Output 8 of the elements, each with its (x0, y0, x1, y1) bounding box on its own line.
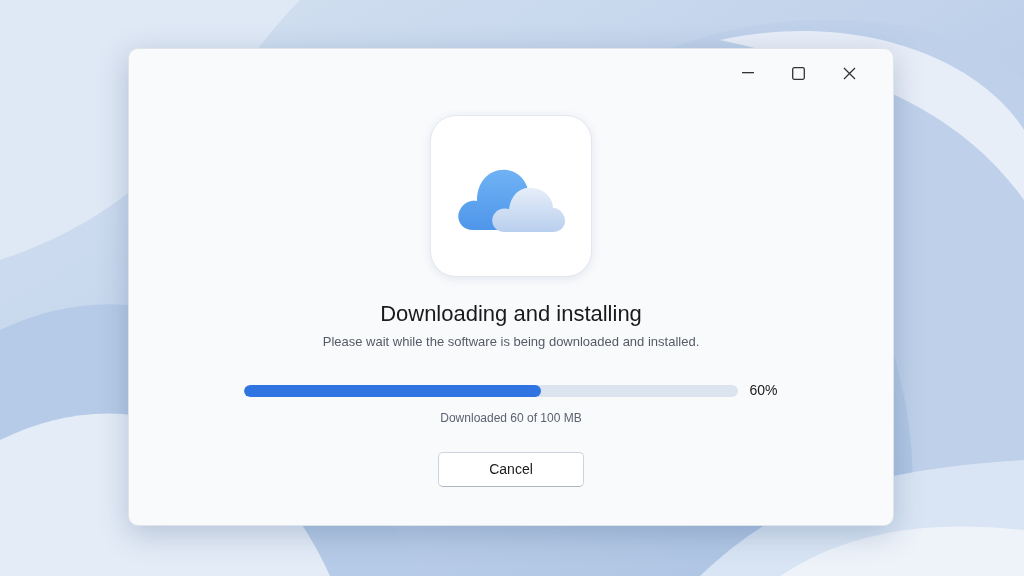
maximize-icon (792, 66, 805, 80)
close-icon (843, 66, 856, 80)
download-status: Downloaded 60 of 100 MB (440, 410, 582, 426)
dialog-message: Please wait while the software is being downloaded and installed. (322, 333, 700, 351)
progress-percentage: 60% (749, 381, 778, 400)
cancel-button[interactable]: Cancel (438, 452, 584, 487)
minimize-icon (741, 72, 754, 74)
dialog-title: Downloading and installing (380, 300, 642, 328)
